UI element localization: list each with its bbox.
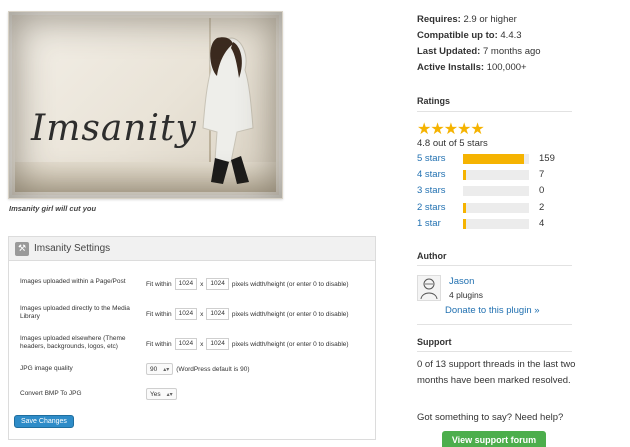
rating-row-1[interactable]: 1 star 4 (417, 218, 567, 230)
height-input[interactable]: 1024 (206, 308, 229, 320)
pixels-hint: pixels width/height (or enter 0 to disab… (231, 340, 349, 348)
rating-row-label[interactable]: 1 star (417, 218, 441, 229)
author-name-link[interactable]: Jason (449, 276, 474, 287)
settings-title: Imsanity Settings (34, 243, 111, 254)
convert-bmp-value: Yes (150, 390, 161, 398)
rating-bar-track (463, 219, 529, 229)
rating-bar-fill (463, 154, 525, 164)
fit-within-label: Fit within (146, 340, 172, 348)
meta-active-installs: Active Installs: 100,000+ (417, 62, 527, 73)
author-avatar[interactable] (417, 275, 441, 301)
rating-row-label[interactable]: 2 stars (417, 202, 446, 213)
fit-within-label: Fit within (146, 310, 172, 318)
rating-row-2[interactable]: 2 stars 2 (417, 202, 567, 214)
jpg-quality-value: 90 (150, 365, 158, 373)
convert-bmp-select[interactable]: Yes ▴▾ (146, 388, 177, 400)
support-title: Support (417, 337, 452, 347)
rating-bar-track (463, 170, 529, 180)
times-label: x (200, 280, 204, 288)
height-input[interactable]: 1024 (206, 338, 229, 350)
settings-tools-icon: ⚒ (15, 241, 29, 256)
rating-row-label[interactable]: 5 stars (417, 153, 446, 164)
times-label: x (200, 310, 204, 318)
rating-bar-fill (463, 203, 466, 213)
rating-row-3[interactable]: 3 stars 0 (417, 185, 567, 197)
times-label: x (200, 340, 204, 348)
divider (417, 111, 572, 112)
pixels-hint: pixels width/height (or enter 0 to disab… (231, 280, 349, 288)
meta-compatible: Compatible up to: 4.4.3 (417, 30, 522, 41)
setting-label: Images uploaded elsewhere (Theme headers… (20, 335, 126, 350)
width-input[interactable]: 1024 (174, 308, 198, 320)
donate-link[interactable]: Donate to this plugin » (445, 305, 540, 316)
rating-row-count: 4 (539, 218, 545, 229)
settings-header: ⚒ Imsanity Settings (9, 237, 375, 261)
settings-panel: ⚒ Imsanity Settings Images uploaded with… (8, 236, 376, 440)
banner-caption: Imsanity girl will cut you (9, 204, 97, 213)
divider (417, 324, 572, 325)
rating-row-4[interactable]: 4 stars 7 (417, 169, 567, 181)
rating-row-count: 2 (539, 202, 545, 213)
plugin-meta: Requires: 2.9 or higher Compatible up to… (417, 12, 541, 76)
width-input[interactable]: 1024 (174, 338, 198, 350)
divider (417, 351, 572, 352)
select-arrows-icon: ▴▾ (163, 366, 170, 373)
banner-logo-text: Imsanity (31, 108, 197, 149)
ratings-title: Ratings (417, 96, 451, 106)
rating-row-5[interactable]: 5 stars 159 (417, 153, 567, 165)
rating-row-count: 0 (539, 185, 545, 196)
rating-bar-track (463, 186, 529, 196)
setting-label: Images uploaded within a Page/Post (20, 278, 126, 285)
author-title: Author (417, 251, 447, 261)
divider (417, 265, 572, 266)
rating-bar-fill (463, 219, 466, 229)
author-plugins-count: 4 plugins (449, 290, 484, 300)
avatar-sketch-icon (420, 278, 438, 300)
support-summary: 0 of 13 support threads in the last two … (417, 359, 576, 386)
support-question: Got something to say? Need help? (417, 412, 564, 423)
meta-requires: Requires: 2.9 or higher (417, 14, 517, 25)
plugin-banner-image: Imsanity (8, 11, 283, 199)
rating-bar-fill (463, 170, 466, 180)
width-input[interactable]: 1024 (174, 278, 198, 290)
pixels-hint: pixels width/height (or enter 0 to disab… (231, 310, 349, 318)
rating-row-count: 159 (539, 153, 555, 164)
fit-within-label: Fit within (146, 280, 172, 288)
jpg-quality-note: (WordPress default is 90) (176, 365, 250, 373)
setting-label: Images uploaded directly to the Media Li… (20, 305, 130, 320)
rating-bar-track (463, 154, 529, 164)
rating-row-label[interactable]: 4 stars (417, 169, 446, 180)
rating-stars-icon: ★★★★★ (417, 121, 485, 138)
banner-figure-illustration (202, 37, 254, 184)
height-input[interactable]: 1024 (206, 278, 229, 290)
rating-bar-track (463, 203, 529, 213)
meta-last-updated: Last Updated: 7 months ago (417, 46, 541, 57)
jpg-quality-select[interactable]: 90 ▴▾ (146, 363, 174, 375)
view-support-forum-button[interactable]: View support forum (442, 431, 546, 447)
rating-row-count: 7 (539, 169, 545, 180)
rating-row-label[interactable]: 3 stars (417, 185, 446, 196)
rating-average: 4.8 out of 5 stars (417, 138, 488, 149)
setting-label: Convert BMP To JPG (20, 390, 82, 397)
select-arrows-icon: ▴▾ (166, 391, 173, 398)
save-changes-button[interactable]: Save Changes (14, 415, 74, 428)
setting-label: JPG image quality (20, 365, 73, 372)
